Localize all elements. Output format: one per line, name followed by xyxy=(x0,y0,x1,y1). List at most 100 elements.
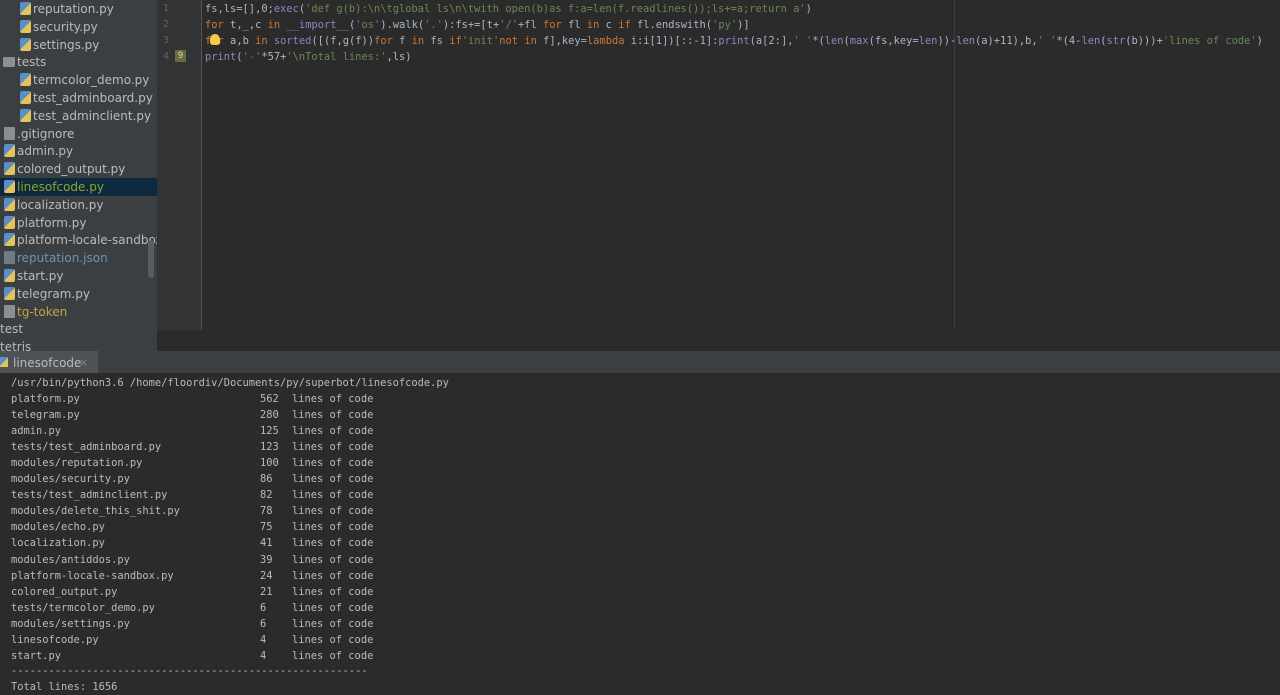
sidebar-scrollbar[interactable] xyxy=(148,240,154,278)
console-file: modules/echo.py xyxy=(11,521,105,534)
console-file: modules/delete_this_shit.py xyxy=(11,505,180,518)
json-file-icon xyxy=(4,251,15,265)
tree-item[interactable]: start.py xyxy=(0,267,157,285)
console-line-count: 562 xyxy=(260,393,279,405)
tree-item-label: platform.py xyxy=(17,215,87,230)
python-file-icon xyxy=(4,269,15,282)
console-suffix: lines of code xyxy=(292,473,374,486)
console-file: modules/settings.py xyxy=(11,617,130,630)
console-line-count: 86 xyxy=(260,473,273,486)
python-file-icon xyxy=(4,286,15,300)
console-file: platform.py xyxy=(11,393,80,405)
tree-item[interactable]: reputation.py xyxy=(0,0,157,18)
run-panel-header xyxy=(0,351,1280,373)
tree-item-label: test_adminboard.py xyxy=(33,91,153,105)
tree-item[interactable]: admin.py xyxy=(0,142,157,160)
tree-item[interactable]: colored_output.py xyxy=(0,160,157,178)
tree-item-label: admin.py xyxy=(17,144,74,159)
console-file: linesofcode.py xyxy=(11,633,99,646)
python-file-icon xyxy=(4,233,15,247)
code-line[interactable]: for t,_,c in __import__('os').walk('.'):… xyxy=(205,17,750,33)
lightbulb-icon[interactable] xyxy=(210,34,220,45)
python-file-icon xyxy=(20,108,31,122)
editor-bottom-area xyxy=(157,330,1280,351)
code-line[interactable]: print('-'*57+'\nTotal lines:',ls) xyxy=(205,49,412,65)
python-file-icon xyxy=(4,144,15,158)
console-line-count: 6 xyxy=(260,617,267,630)
console-line-count: 4 xyxy=(260,649,267,662)
tree-item[interactable]: platform.py xyxy=(0,214,157,232)
python-file-icon xyxy=(20,2,31,15)
console-line-count: 78 xyxy=(260,505,273,518)
console-suffix: lines of code xyxy=(292,441,374,454)
tree-item[interactable]: termcolor_demo.py xyxy=(0,71,157,89)
console-suffix: lines of code xyxy=(292,633,374,646)
tree-item-label: test_adminclient.py xyxy=(33,108,152,123)
tree-item[interactable]: reputation.json xyxy=(0,249,157,267)
python-file-icon xyxy=(4,215,15,229)
run-tab-label[interactable]: linesofcode xyxy=(13,355,81,371)
tree-item-label: reputation.json xyxy=(17,251,108,266)
console-file: tests/test_adminboard.py xyxy=(11,441,162,454)
code-line[interactable]: for a,b in sorted([(f,g(f))for f in fs i… xyxy=(205,33,1263,49)
breakpoint-badge[interactable]: 9 xyxy=(175,50,186,62)
code-line[interactable]: fs,ls=[],0;exec('def g(b):\n\tglobal ls\… xyxy=(205,1,812,17)
python-file-icon xyxy=(4,180,15,193)
line-number: 1 xyxy=(163,3,170,14)
console-line-count: 4 xyxy=(260,633,267,646)
run-console[interactable] xyxy=(0,373,1280,693)
python-file-icon xyxy=(0,357,8,367)
console-line-count: 125 xyxy=(260,425,279,438)
line-number: 3 xyxy=(163,35,170,46)
console-line-count: 82 xyxy=(260,489,273,502)
console-suffix: lines of code xyxy=(292,425,374,438)
python-file-icon xyxy=(4,162,15,176)
tree-item[interactable]: linesofcode.py xyxy=(0,178,157,196)
console-suffix: lines of code xyxy=(292,585,374,598)
console-line-count: 280 xyxy=(260,409,279,422)
console-command: /usr/bin/python3.6 /home/floordiv/Docume… xyxy=(11,377,449,389)
tree-item[interactable]: tg-token xyxy=(0,303,157,321)
tree-item[interactable]: security.py xyxy=(0,18,157,36)
console-file: colored_output.py xyxy=(11,585,118,598)
tree-item[interactable]: .gitignore xyxy=(0,125,157,143)
console-separator: ----------------------------------------… xyxy=(11,665,368,677)
tree-item-label: localization.py xyxy=(17,197,104,212)
console-line-count: 75 xyxy=(260,521,273,534)
console-suffix: lines of code xyxy=(292,617,374,630)
console-suffix: lines of code xyxy=(292,601,374,614)
python-file-icon xyxy=(20,73,31,87)
console-line-count: 6 xyxy=(260,601,267,614)
line-number: 2 xyxy=(163,19,170,30)
tree-item-label: tests xyxy=(17,55,47,70)
console-suffix: lines of code xyxy=(292,537,374,550)
tree-item[interactable]: localization.py xyxy=(0,196,157,214)
close-icon[interactable]: × xyxy=(79,355,88,371)
tree-item[interactable]: tetris xyxy=(0,338,157,351)
tree-item[interactable]: platform-locale-sandbox.p xyxy=(0,231,157,249)
console-line-count: 100 xyxy=(260,457,279,470)
tree-item-label: .gitignore xyxy=(17,126,75,141)
console-suffix: lines of code xyxy=(292,553,374,566)
console-line-count: 21 xyxy=(260,585,273,598)
tree-item[interactable]: telegram.py xyxy=(0,285,157,303)
tree-item[interactable]: settings.py xyxy=(0,36,157,54)
tree-item-label: telegram.py xyxy=(17,286,90,301)
tree-item-label: security.py xyxy=(33,19,98,34)
tree-item[interactable]: tests xyxy=(0,53,157,71)
console-line-count: 123 xyxy=(260,441,279,454)
python-file-icon xyxy=(4,197,15,211)
console-suffix: lines of code xyxy=(292,489,374,502)
folder-icon xyxy=(3,57,15,68)
tree-item-label: settings.py xyxy=(33,37,100,52)
tree-item[interactable]: test_adminclient.py xyxy=(0,107,157,125)
tree-item-label: platform-locale-sandbox.p xyxy=(17,233,157,248)
tree-item[interactable]: test xyxy=(0,320,157,338)
tree-item[interactable]: test_adminboard.py xyxy=(0,89,157,107)
tree-item-label: reputation.py xyxy=(33,2,114,16)
console-file: modules/reputation.py xyxy=(11,457,143,470)
tree-item-label: start.py xyxy=(17,269,64,283)
console-suffix: lines of code xyxy=(292,505,374,518)
python-file-icon xyxy=(20,37,31,51)
console-suffix: lines of code xyxy=(292,457,374,470)
